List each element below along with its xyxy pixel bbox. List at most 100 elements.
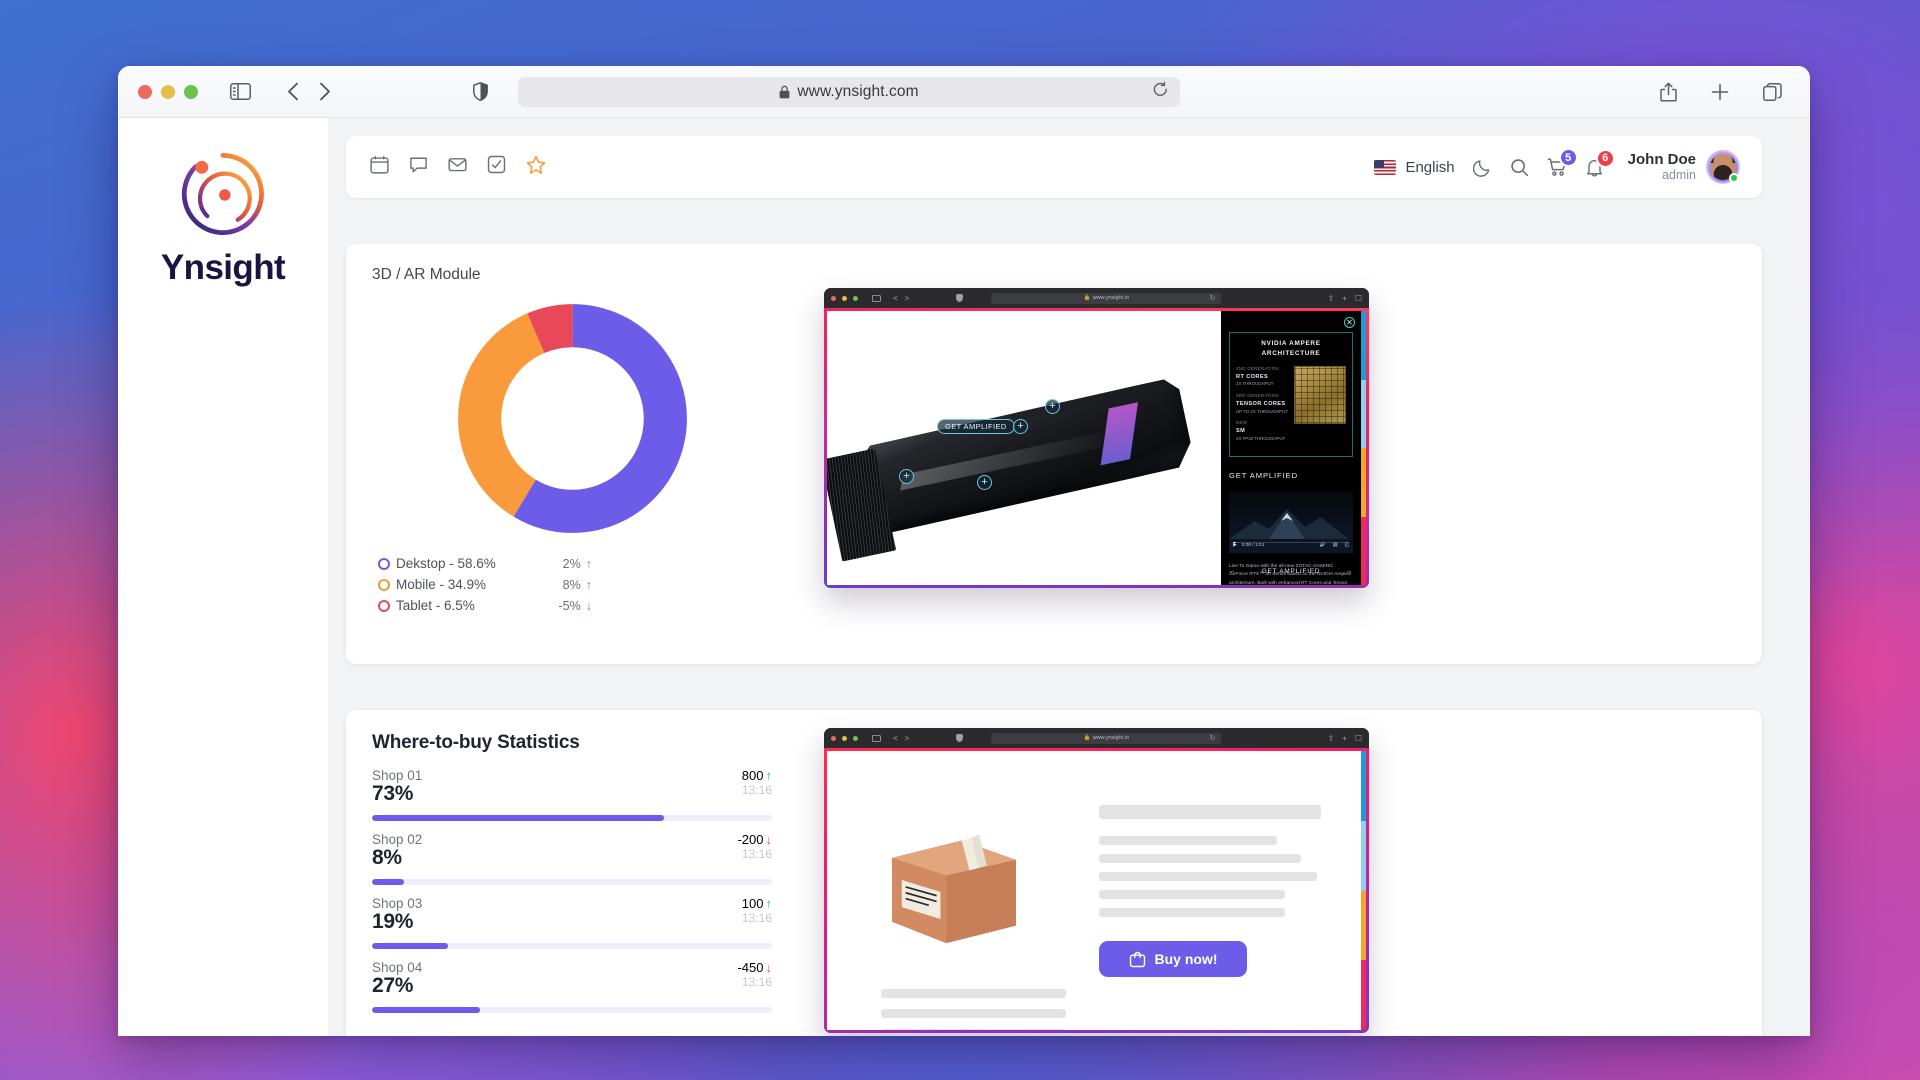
panel-footer-label[interactable]: GET AMPLIFIED [1262, 567, 1321, 577]
legend-item[interactable]: Tablet - 6.5% -5% ↓ [378, 595, 772, 616]
hotspot-plus-1[interactable]: + [1013, 419, 1028, 434]
close-icon[interactable]: ✕ [1344, 317, 1355, 328]
volume-icon[interactable]: 🔊 [1320, 542, 1326, 549]
buy-now-button[interactable]: Buy now! [1099, 941, 1247, 977]
spec-sub: 2X THROUGHPUT [1236, 381, 1274, 387]
user-menu[interactable]: John Doe admin [1628, 150, 1740, 184]
share-icon[interactable]: ⇧ [1327, 734, 1334, 743]
shop-delta-value: 100 [741, 896, 764, 911]
share-icon[interactable] [1660, 82, 1677, 102]
user-text: John Doe admin [1628, 151, 1696, 183]
privacy-shield-icon[interactable] [473, 82, 488, 101]
mail-icon[interactable] [448, 155, 467, 179]
sidebar-toggle-icon[interactable] [230, 83, 251, 100]
tab-overview-icon[interactable]: ☐ [1355, 294, 1362, 303]
next-arrow-icon[interactable]: → [1346, 567, 1353, 577]
shop-row[interactable]: Shop 03 19% 100 ↑ 13:16 [372, 896, 772, 949]
progress-fill [372, 815, 664, 821]
stripe-orange [1361, 890, 1366, 961]
progress-fill [372, 943, 448, 949]
privacy-shield-icon[interactable] [956, 294, 964, 302]
url-text-group: www.ynsight.com [779, 83, 919, 101]
legend-item[interactable]: Dekstop - 58.6% 2% ↑ [378, 553, 772, 574]
minimize-window-button[interactable] [161, 84, 175, 99]
moon-icon[interactable] [1472, 158, 1492, 177]
minimize-window-button[interactable] [842, 295, 847, 301]
window-controls[interactable] [138, 84, 198, 99]
hotspot-label[interactable]: GET AMPLIFIED [937, 419, 1015, 434]
ar-viewer-address-bar[interactable]: 🔒 www.ynsight.io ↻ [991, 292, 1222, 304]
progress-bar [372, 815, 772, 821]
share-icon[interactable]: ⇧ [1327, 294, 1334, 303]
privacy-shield-icon[interactable] [956, 734, 964, 742]
tab-overview-icon[interactable] [1763, 82, 1782, 101]
shop-left: Shop 01 73% [372, 768, 422, 806]
video-player[interactable]: ▶ 0:00 / 1:01 🔊 ▤ ◱ [1229, 490, 1353, 553]
gpu-3d-model[interactable] [852, 376, 1195, 536]
shop-row-top: Shop 01 73% 800 ↑ 13:16 [372, 768, 772, 806]
plus-icon[interactable]: + [1342, 294, 1347, 303]
ar-viewer-toolbar-right: ⇧ + ☐ [1327, 294, 1362, 303]
hotspot-plus-3[interactable]: + [899, 469, 914, 484]
close-window-button[interactable] [831, 295, 836, 301]
arrow-down-icon: ↓ [585, 598, 592, 613]
tab-overview-icon[interactable]: ☐ [1355, 734, 1362, 743]
hotspot-plus-4[interactable]: + [977, 475, 992, 490]
lock-icon: 🔒 [1083, 295, 1091, 301]
shop-name: Shop 04 [372, 960, 423, 975]
ar-viewer-toolbar: < > 🔒 www.ynsight.io ↻ ⇧ + ☐ [824, 288, 1369, 308]
cart-icon[interactable]: 5 [1547, 148, 1578, 177]
avatar[interactable] [1706, 150, 1740, 184]
buy-preview-address-bar[interactable]: 🔒 www.ynsight.io ↻ [991, 732, 1222, 744]
play-icon[interactable]: ▶ [1233, 542, 1237, 549]
panel-footer: ← GET AMPLIFIED → [1229, 567, 1353, 577]
gpu-3d-stage[interactable]: GET AMPLIFIED + + + + [827, 311, 1221, 585]
minimize-window-button[interactable] [842, 735, 847, 741]
brand-sidebar: Ynsight [118, 118, 328, 1036]
forward-chevron-icon[interactable]: > [905, 734, 911, 743]
shop-row[interactable]: Shop 02 8% -200 ↓ 13:16 [372, 832, 772, 885]
forward-chevron-icon[interactable] [319, 82, 331, 101]
language-selector[interactable]: English [1374, 159, 1455, 176]
back-chevron-icon[interactable]: < [893, 734, 899, 743]
sidebar-toggle-icon[interactable] [872, 734, 881, 742]
back-chevron-icon[interactable]: < [893, 294, 899, 303]
hotspot-plus-2[interactable]: + [1045, 399, 1060, 414]
calendar-icon[interactable] [370, 155, 389, 179]
chat-icon[interactable] [409, 155, 428, 179]
maximize-window-button[interactable] [853, 295, 858, 301]
bell-icon[interactable]: 6 [1585, 148, 1615, 177]
shop-name: Shop 01 [372, 768, 423, 783]
fullscreen-icon[interactable]: ◱ [1344, 542, 1349, 549]
shop-row[interactable]: Shop 01 73% 800 ↑ 13:16 [372, 768, 772, 821]
plus-icon[interactable] [1711, 83, 1729, 101]
prev-arrow-icon[interactable]: ← [1229, 567, 1236, 577]
maximize-window-button[interactable] [184, 84, 198, 99]
progress-bar [372, 943, 772, 949]
reload-icon[interactable]: ↻ [1209, 734, 1215, 742]
plus-icon[interactable]: + [1342, 734, 1347, 743]
back-chevron-icon[interactable] [287, 82, 299, 101]
search-icon[interactable] [1510, 158, 1529, 177]
close-window-button[interactable] [138, 84, 152, 99]
forward-chevron-icon[interactable]: > [905, 294, 911, 303]
legend-item[interactable]: Mobile - 34.9% 8% ↑ [378, 574, 772, 595]
brand-name: Ynsight [160, 248, 286, 287]
tasks-icon[interactable] [487, 155, 506, 179]
content-column: English 5 6 John Doe admin 3D / AR Modul… [328, 118, 1810, 1036]
app-page: Ynsight English 5 6 John Doe admin 3D / … [118, 118, 1810, 1036]
address-bar[interactable]: www.ynsight.com [518, 76, 1180, 107]
gpu-info-panel: ✕ NVIDIA AMPERE ARCHITECTURE 2ND GENERAT… [1221, 311, 1361, 585]
shop-time: 13:16 [741, 847, 772, 861]
maximize-window-button[interactable] [853, 735, 858, 741]
star-icon[interactable] [526, 155, 546, 180]
reload-icon[interactable] [1153, 81, 1168, 102]
bell-badge: 6 [1595, 148, 1615, 168]
reload-icon[interactable]: ↻ [1209, 294, 1215, 302]
sidebar-toggle-icon[interactable] [872, 294, 881, 302]
close-window-button[interactable] [831, 735, 836, 741]
captions-icon[interactable]: ▤ [1333, 542, 1338, 549]
hotspot-label-text: GET AMPLIFIED [945, 422, 1007, 431]
shop-row[interactable]: Shop 04 27% -450 ↓ 13:16 [372, 960, 772, 1013]
shop-stats-list: Where-to-buy Statistics Shop 01 73% 800 [372, 732, 772, 1033]
